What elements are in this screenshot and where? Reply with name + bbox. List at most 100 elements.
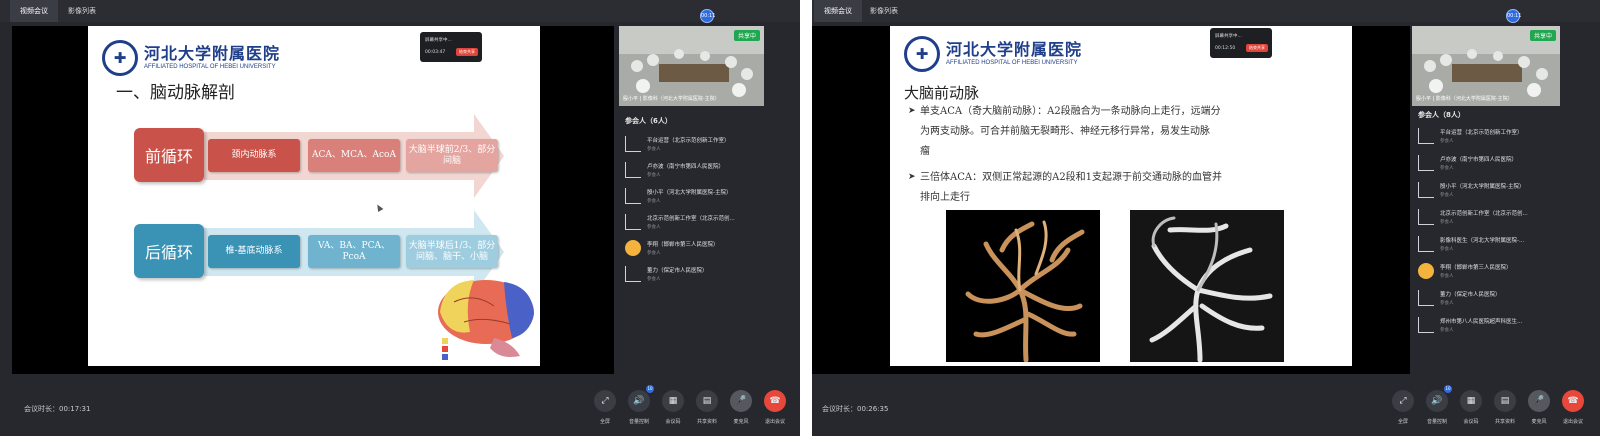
participant-item[interactable]: 影像科医生（河北大学附属医院-... 参会人	[1418, 234, 1556, 256]
stop-share-button[interactable]: 结束共享	[1246, 44, 1268, 52]
speaker-icon: 🔊	[628, 390, 650, 412]
participant-role: 参会人	[647, 251, 661, 256]
share-status-popup: 屏幕共享中... 00:12:50 结束共享	[1210, 28, 1272, 58]
vertebrobasilar-box: 椎-基底动脉系	[208, 235, 300, 268]
meeting-control-bar: 会议时长：00:17:31 ⤢ 全屏 🔊 10 音量控制 ▦ 会议码 ▤ 共享资…	[0, 385, 800, 436]
fullscreen-button[interactable]: ⤢ 全屏	[590, 388, 620, 432]
participant-role: 参会人	[1440, 247, 1454, 252]
bullet2-line1: 三倍体ACA：双侧正常起源的A2段和1支起源于前交通动脉的血管并	[920, 172, 1223, 183]
participant-item[interactable]: 殷小平（河北大学附属医院-主院） 参会人	[1418, 180, 1556, 202]
participant-item[interactable]: 北京示范创新工作室（北京示范创... 参会人	[625, 212, 760, 234]
participants-sidebar: 共享中 殷小平 | 影像科（河北大学附属医院-主院） 参会人（6人） 平台运营（…	[619, 26, 764, 374]
qrcode-icon: ▦	[1460, 390, 1482, 412]
participant-name: 北京示范创新工作室（北京示范创...	[1440, 211, 1528, 217]
posterior-territory-box: 大脑半球后1/3、部分间脑、脑干、小脑	[406, 235, 498, 268]
slide-title: 一、脑动脉解剖	[116, 83, 235, 103]
anterior-territory-box: 大脑半球前2/3、部分间脑	[406, 139, 498, 172]
participant-name: 郑州市第八人民医院超声科医生...	[1440, 319, 1523, 325]
tab-image-list[interactable]: 影像列表	[58, 0, 106, 22]
hospital-emblem-icon: ✚	[904, 36, 940, 72]
microphone-button[interactable]: 🎤 麦克风	[726, 388, 756, 432]
avatar-placeholder-icon	[1418, 290, 1434, 306]
legend-swatch-yellow	[442, 338, 448, 344]
participant-item[interactable]: 卢亦波（南宁市第四人民医院） 参会人	[1418, 153, 1556, 175]
avatar-placeholder-icon	[1418, 317, 1434, 333]
volume-badge: 10	[646, 385, 654, 393]
participant-item[interactable]: 郑州市第八人民医院超声科医生... 参会人	[1418, 315, 1556, 337]
speaker-caption: 殷小平 | 影像科（河北大学附属医院-主院）	[623, 96, 720, 102]
meeting-code-button[interactable]: ▦ 会议码	[1456, 388, 1486, 432]
legend-swatch-red	[442, 346, 448, 352]
logo-chinese-name: 河北大学附属医院	[144, 44, 281, 63]
avatar-placeholder-icon	[1418, 128, 1434, 144]
speaker-caption: 殷小平 | 影像科（河北大学附属医院-主院）	[1416, 96, 1513, 102]
qrcode-icon: ▦	[662, 390, 684, 412]
participant-item[interactable]: 董力（保定市人民医院） 参会人	[1418, 288, 1556, 310]
bullet1-line3: 瘤	[920, 146, 930, 157]
sharing-badge: 共享中	[733, 30, 760, 41]
meeting-duration: 会议时长：00:26:35	[822, 405, 889, 413]
participant-role: 参会人	[647, 277, 661, 282]
notification-badge[interactable]: 00:11	[1506, 9, 1521, 23]
meeting-duration: 会议时长：00:17:31	[24, 405, 91, 413]
volume-control-button[interactable]: 🔊 10 音量控制	[624, 385, 654, 432]
participant-role: 参会人	[1440, 328, 1454, 333]
bullet1-line2: 为两支动脉。可合并前脑无裂畸形、神经元移行异常，易发生动脉	[920, 126, 1210, 137]
meeting-code-button[interactable]: ▦ 会议码	[658, 388, 688, 432]
participant-name: 殷小平（河北大学附属医院-主院）	[647, 190, 732, 196]
slide-title: 大脑前动脉	[904, 84, 980, 102]
share-timer: 00:12:50	[1215, 46, 1236, 51]
hangup-icon: ☎	[1562, 390, 1584, 412]
share-status-text: 屏幕共享中...	[1215, 34, 1242, 39]
bullet-arrow-icon: ➤	[908, 172, 916, 182]
legend-swatch-blue	[442, 354, 448, 360]
tab-video-meeting[interactable]: 视频会议	[814, 0, 862, 22]
share-materials-button[interactable]: ▤ 共享资料	[692, 388, 722, 432]
participant-item[interactable]: 李翔（邯郸市第三人民医院） 参会人	[1418, 261, 1556, 283]
leave-meeting-button[interactable]: ☎ 退出会议	[760, 388, 790, 432]
volume-control-button[interactable]: 🔊 10 音量控制	[1422, 385, 1452, 432]
avatar-placeholder-icon	[625, 266, 641, 282]
angiography-dsa-image	[1130, 210, 1284, 362]
microphone-button[interactable]: 🎤 麦克风	[1524, 388, 1554, 432]
participant-name: 卢亦波（南宁市第四人民医院）	[1440, 157, 1518, 163]
aca-mca-box: ACA、MCA、AcoA	[308, 139, 400, 172]
speaker-video: 共享中 殷小平 | 影像科（河北大学附属医院-主院）	[619, 26, 764, 106]
tab-video-meeting[interactable]: 视频会议	[10, 0, 58, 22]
tab-bar: 视频会议 影像列表	[812, 0, 1600, 22]
sharing-badge: 共享中	[1529, 30, 1556, 41]
notification-badge[interactable]: 00:11	[700, 9, 715, 23]
hospital-emblem-icon: ✚	[102, 40, 138, 76]
share-materials-button[interactable]: ▤ 共享资料	[1490, 388, 1520, 432]
participant-item[interactable]: 卢亦波（南宁市第四人民医院） 参会人	[625, 160, 760, 182]
participant-name: 北京示范创新工作室（北京示范创...	[647, 216, 735, 222]
leave-meeting-button[interactable]: ☎ 退出会议	[1558, 388, 1588, 432]
share-status-text: 屏幕共享中...	[425, 38, 452, 43]
participant-name: 影像科医生（河北大学附属医院-...	[1440, 238, 1525, 244]
va-ba-box: VA、BA、PCA、PcoA	[308, 235, 400, 268]
leave-meeting-label: 退出会议	[764, 419, 785, 425]
fullscreen-button[interactable]: ⤢ 全屏	[1388, 388, 1418, 432]
fullscreen-icon: ⤢	[594, 390, 616, 412]
participant-role: 参会人	[1440, 301, 1454, 306]
logo-english-name: AFFILIATED HOSPITAL OF HEBEI UNIVERSITY	[144, 64, 276, 70]
participant-role: 参会人	[647, 225, 661, 230]
participant-role: 参会人	[1440, 220, 1454, 225]
tab-image-list[interactable]: 影像列表	[860, 0, 908, 22]
avatar-placeholder-icon	[625, 136, 641, 152]
document-icon: ▤	[1494, 390, 1516, 412]
avatar-cartoon-icon	[1418, 263, 1434, 279]
participant-item[interactable]: 董力（保定市人民医院） 参会人	[625, 264, 760, 286]
angiography-3d-image	[946, 210, 1100, 362]
participant-name: 平台运营（北京示范创新工作室）	[1440, 130, 1523, 136]
participant-item[interactable]: 平台运营（北京示范创新工作室） 参会人	[1418, 126, 1556, 148]
stop-share-button[interactable]: 结束共享	[456, 48, 478, 56]
participant-item[interactable]: 李翔（邯郸市第三人民医院） 参会人	[625, 238, 760, 260]
shared-screen-stage: ✚ 河北大学附属医院 AFFILIATED HOSPITAL OF HEBEI …	[812, 26, 1410, 374]
anterior-circulation-label: 前循环	[134, 128, 204, 182]
meeting-window-right: 视频会议 影像列表 00:11 ✚ 河北大学附属医院 AFFILIATED HO…	[812, 0, 1600, 436]
participant-item[interactable]: 殷小平（河北大学附属医院-主院） 参会人	[625, 186, 760, 208]
participant-item[interactable]: 北京示范创新工作室（北京示范创... 参会人	[1418, 207, 1556, 229]
participant-item[interactable]: 平台运营（北京示范创新工作室） 参会人	[625, 134, 760, 156]
participant-role: 参会人	[1440, 274, 1454, 279]
